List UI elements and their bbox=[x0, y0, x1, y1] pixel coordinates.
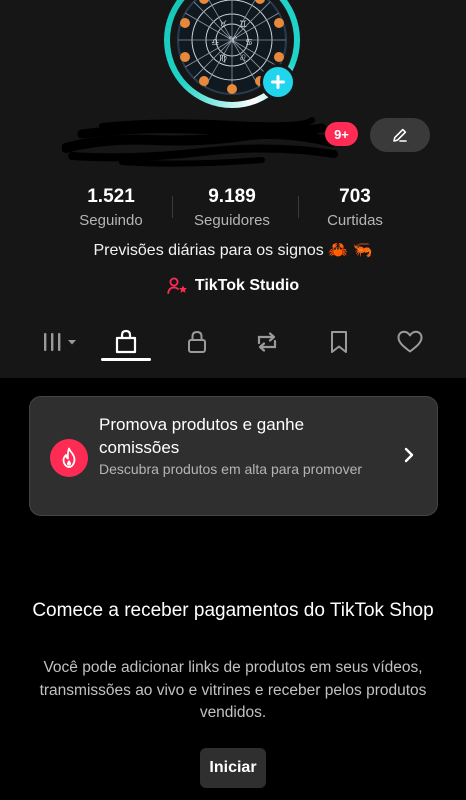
stat-followers[interactable]: 9.189 Seguidores bbox=[186, 186, 278, 229]
chevron-right-icon bbox=[404, 447, 414, 463]
start-button[interactable]: Iniciar bbox=[200, 748, 266, 788]
pencil-icon bbox=[393, 128, 407, 142]
redacted-username bbox=[62, 117, 338, 167]
profile-tabs bbox=[0, 318, 466, 366]
notification-badge[interactable]: 9+ bbox=[325, 122, 358, 146]
svg-text:♋: ♋ bbox=[245, 38, 253, 48]
edit-profile-button[interactable] bbox=[370, 118, 430, 152]
stat-label: Seguidores bbox=[194, 212, 270, 229]
empty-state-description: Você pode adicionar links de produtos em… bbox=[39, 659, 427, 721]
add-story-button[interactable] bbox=[260, 64, 296, 100]
promo-icon-badge bbox=[50, 439, 88, 477]
empty-state-title: Comece a receber pagamentos do TikTok Sh… bbox=[32, 600, 434, 621]
stat-divider bbox=[298, 196, 299, 218]
promote-products-card[interactable]: Promova produtos e ganhe comissões Descu… bbox=[29, 396, 438, 516]
tab-shop[interactable] bbox=[106, 324, 146, 360]
tiktok-studio-label: TikTok Studio bbox=[194, 277, 300, 294]
svg-text:♈: ♈ bbox=[229, 36, 238, 46]
tab-videos[interactable] bbox=[40, 324, 80, 360]
grid-dropdown-icon bbox=[44, 333, 76, 351]
stat-following[interactable]: 1.521 Seguindo bbox=[68, 186, 154, 229]
active-tab-indicator bbox=[101, 358, 151, 361]
plus-icon bbox=[271, 75, 285, 89]
profile-bio: Previsões diárias para os signos 🦀 🦐 bbox=[93, 242, 373, 259]
lock-icon bbox=[188, 330, 206, 353]
stat-value: 1.521 bbox=[87, 186, 135, 207]
stat-value: 703 bbox=[339, 186, 371, 207]
stat-label: Curtidas bbox=[327, 212, 383, 229]
avatar[interactable]: ♈ ♉ ♊ ♋ ♌ ♍ ♎ bbox=[164, 0, 300, 108]
svg-text:♍: ♍ bbox=[219, 54, 227, 64]
bookmark-icon bbox=[331, 331, 347, 353]
heart-icon bbox=[397, 330, 423, 353]
profile-header: ♈ ♉ ♊ ♋ ♌ ♍ ♎ 9+ 1.521 Seguindo 9.189 Se… bbox=[0, 0, 466, 378]
stat-likes[interactable]: 703 Curtidas bbox=[316, 186, 394, 229]
tab-saved[interactable] bbox=[319, 324, 359, 360]
shopping-bag-icon bbox=[115, 329, 137, 354]
svg-text:♊: ♊ bbox=[239, 20, 247, 30]
flame-icon bbox=[62, 447, 76, 468]
svg-text:♎: ♎ bbox=[211, 38, 219, 48]
repost-icon bbox=[257, 332, 277, 352]
promo-subtitle: Descubra produtos em alta para promover bbox=[99, 461, 363, 477]
tiktok-studio-link[interactable]: TikTok Studio bbox=[0, 277, 466, 295]
stat-label: Seguindo bbox=[79, 212, 143, 229]
svg-text:♌: ♌ bbox=[239, 54, 247, 64]
stat-divider bbox=[172, 196, 173, 218]
tab-reposts[interactable] bbox=[247, 324, 287, 360]
svg-text:♉: ♉ bbox=[219, 20, 227, 30]
tab-private[interactable] bbox=[177, 324, 217, 360]
stat-value: 9.189 bbox=[208, 186, 256, 207]
person-star-icon bbox=[167, 277, 187, 294]
promo-title: Promova produtos e ganhe comissões bbox=[99, 415, 305, 457]
tab-liked[interactable] bbox=[390, 324, 430, 360]
